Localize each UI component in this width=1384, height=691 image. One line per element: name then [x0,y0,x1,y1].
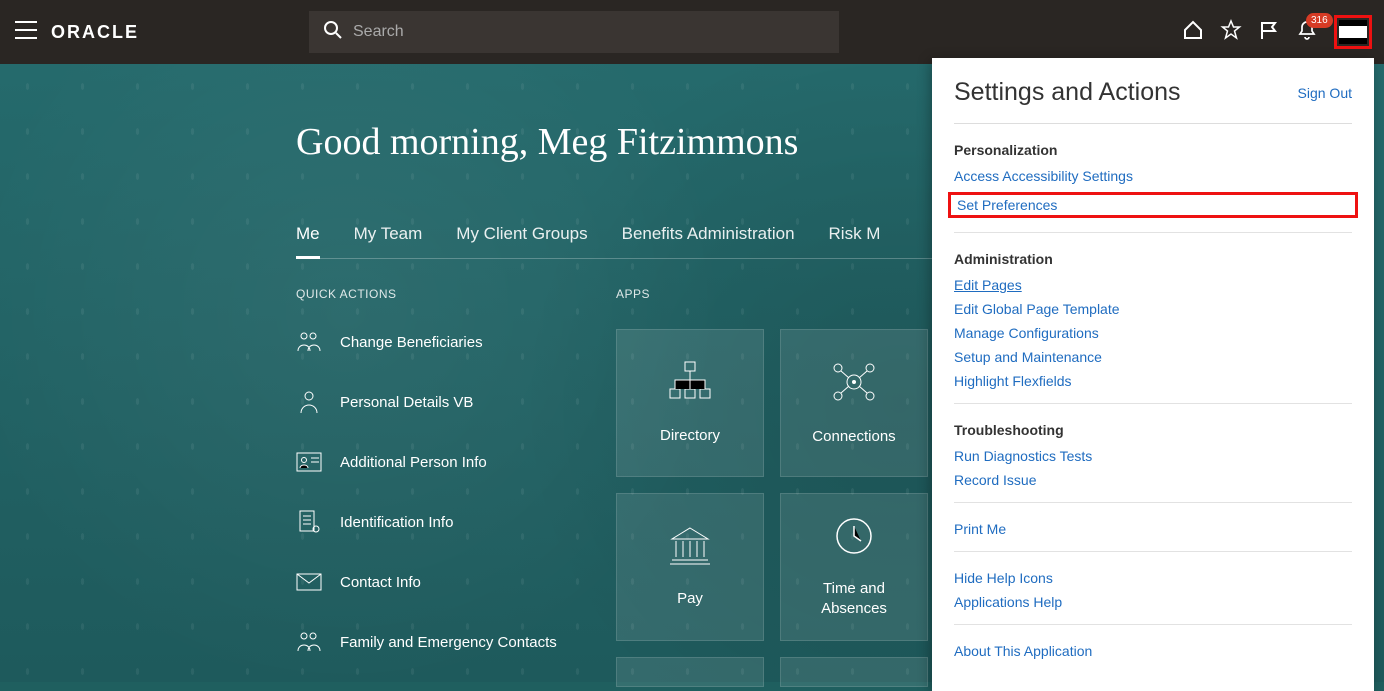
nav-tabs: Me My Team My Client Groups Benefits Adm… [296,224,946,259]
app-tile-connections[interactable]: Connections [780,329,928,477]
group-troubleshooting: Troubleshooting Run Diagnostics Tests Re… [954,422,1352,488]
clock-icon [834,516,874,561]
qa-contact-info[interactable]: Contact Info [296,569,616,595]
card-icon [296,449,322,475]
group-personalization: Personalization Access Accessibility Set… [954,142,1352,218]
user-avatar[interactable] [1339,20,1367,44]
global-header: ORACLE 316 [0,0,1384,64]
group-title: Administration [954,251,1352,267]
favorites-icon[interactable] [1220,19,1242,46]
set-preferences-highlight: Set Preferences [948,192,1358,218]
global-search[interactable] [309,11,839,53]
qa-label: Contact Info [340,574,421,591]
apps-column: APPS Directory Connections [616,287,928,689]
app-tile-placeholder[interactable] [780,657,928,687]
link-run-diagnostics[interactable]: Run Diagnostics Tests [954,448,1092,464]
app-tile-directory[interactable]: Directory [616,329,764,477]
link-applications-help[interactable]: Applications Help [954,594,1062,610]
link-hide-help-icons[interactable]: Hide Help Icons [954,570,1053,586]
tab-risk-management[interactable]: Risk M [829,224,881,258]
quick-actions-column: QUICK ACTIONS Change Beneficiaries Perso… [296,287,616,689]
group-title: Personalization [954,142,1352,158]
tab-my-client-groups[interactable]: My Client Groups [456,224,587,258]
panel-title: Settings and Actions [954,78,1181,107]
app-tile-time-absences[interactable]: Time and Absences [780,493,928,641]
link-highlight-flexfields[interactable]: Highlight Flexfields [954,373,1072,389]
brand-logo: ORACLE [51,22,139,43]
quick-actions-header: QUICK ACTIONS [296,287,616,301]
link-accessibility-settings[interactable]: Access Accessibility Settings [954,168,1133,184]
home-icon[interactable] [1182,19,1204,46]
qa-personal-details[interactable]: Personal Details VB [296,389,616,415]
apps-header: APPS [616,287,928,301]
link-setup-maintenance[interactable]: Setup and Maintenance [954,349,1102,365]
app-tile-placeholder[interactable] [616,657,764,687]
group-title: Troubleshooting [954,422,1352,438]
user-avatar-highlight [1334,15,1372,49]
qa-label: Personal Details VB [340,394,473,411]
qa-label: Family and Emergency Contacts [340,634,557,651]
sign-out-link[interactable]: Sign Out [1298,85,1352,101]
link-edit-pages[interactable]: Edit Pages [954,277,1022,293]
link-set-preferences[interactable]: Set Preferences [957,197,1057,213]
qa-family-emergency[interactable]: Family and Emergency Contacts [296,629,616,655]
settings-actions-panel: Settings and Actions Sign Out Personaliz… [932,58,1374,691]
qa-label: Change Beneficiaries [340,334,483,351]
tab-benefits-administration[interactable]: Benefits Administration [622,224,795,258]
app-label: Directory [652,426,728,446]
network-icon [830,360,878,409]
bank-icon [668,526,712,571]
qa-additional-person-info[interactable]: Additional Person Info [296,449,616,475]
app-tile-pay[interactable]: Pay [616,493,764,641]
search-icon [323,20,343,45]
flag-icon[interactable] [1258,19,1280,46]
person-icon [296,389,322,415]
link-about-application[interactable]: About This Application [954,643,1092,659]
org-chart-icon [666,361,714,408]
app-label: Time and Absences [781,579,927,618]
mail-icon [296,569,322,595]
group-administration: Administration Edit Pages Edit Global Pa… [954,251,1352,389]
tab-me[interactable]: Me [296,224,320,258]
qa-identification-info[interactable]: Identification Info [296,509,616,535]
link-edit-global-template[interactable]: Edit Global Page Template [954,301,1120,317]
qa-change-beneficiaries[interactable]: Change Beneficiaries [296,329,616,355]
app-label: Pay [669,589,711,609]
search-input[interactable] [353,23,825,41]
qa-label: Identification Info [340,514,453,531]
header-icons: 316 [1182,15,1384,49]
link-record-issue[interactable]: Record Issue [954,472,1036,488]
notifications-icon[interactable]: 316 [1296,19,1318,46]
app-label: Connections [804,427,903,447]
hamburger-menu-icon[interactable] [15,21,37,44]
people-icon [296,629,322,655]
link-print-me[interactable]: Print Me [954,521,1006,537]
document-icon [296,509,322,535]
people-icon [296,329,322,355]
link-manage-configurations[interactable]: Manage Configurations [954,325,1099,341]
qa-label: Additional Person Info [340,454,487,471]
notification-badge: 316 [1306,13,1333,28]
tab-my-team[interactable]: My Team [354,224,423,258]
